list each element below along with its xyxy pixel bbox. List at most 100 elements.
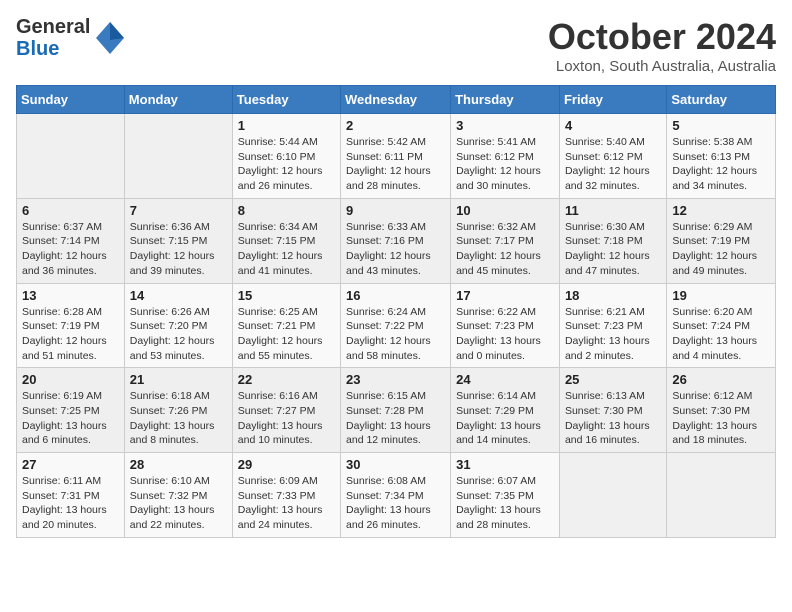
day-info: Sunrise: 6:22 AM Sunset: 7:23 PM Dayligh… bbox=[456, 305, 554, 364]
day-number: 1 bbox=[238, 118, 335, 133]
day-info: Sunrise: 6:10 AM Sunset: 7:32 PM Dayligh… bbox=[130, 474, 227, 533]
day-number: 12 bbox=[672, 203, 770, 218]
day-info: Sunrise: 6:33 AM Sunset: 7:16 PM Dayligh… bbox=[346, 220, 445, 279]
day-info: Sunrise: 6:11 AM Sunset: 7:31 PM Dayligh… bbox=[22, 474, 119, 533]
day-info: Sunrise: 6:30 AM Sunset: 7:18 PM Dayligh… bbox=[565, 220, 661, 279]
day-info: Sunrise: 6:32 AM Sunset: 7:17 PM Dayligh… bbox=[456, 220, 554, 279]
day-number: 25 bbox=[565, 372, 661, 387]
day-info: Sunrise: 6:19 AM Sunset: 7:25 PM Dayligh… bbox=[22, 389, 119, 448]
day-info: Sunrise: 5:38 AM Sunset: 6:13 PM Dayligh… bbox=[672, 135, 770, 194]
logo: General Blue bbox=[16, 16, 126, 60]
day-info: Sunrise: 6:28 AM Sunset: 7:19 PM Dayligh… bbox=[22, 305, 119, 364]
day-info: Sunrise: 6:26 AM Sunset: 7:20 PM Dayligh… bbox=[130, 305, 227, 364]
calendar-cell: 19 Sunrise: 6:20 AM Sunset: 7:24 PM Dayli… bbox=[667, 283, 776, 368]
day-info: Sunrise: 6:29 AM Sunset: 7:19 PM Dayligh… bbox=[672, 220, 770, 279]
calendar-cell bbox=[667, 453, 776, 538]
day-number: 10 bbox=[456, 203, 554, 218]
calendar-cell: 25Sunrise: 6:13 AM Sunset: 7:30 PM Dayli… bbox=[559, 368, 666, 453]
day-number: 30 bbox=[346, 457, 445, 472]
calendar-cell: 14 Sunrise: 6:26 AM Sunset: 7:20 PM Dayli… bbox=[124, 283, 232, 368]
day-info: Sunrise: 6:25 AM Sunset: 7:21 PM Dayligh… bbox=[238, 305, 335, 364]
day-info: Sunrise: 6:37 AM Sunset: 7:14 PM Dayligh… bbox=[22, 220, 119, 279]
day-info: Sunrise: 6:07 AM Sunset: 7:35 PM Dayligh… bbox=[456, 474, 554, 533]
calendar-table: SundayMondayTuesdayWednesdayThursdayFrid… bbox=[16, 85, 776, 538]
calendar-cell: 30 Sunrise: 6:08 AM Sunset: 7:34 PM Dayli… bbox=[341, 453, 451, 538]
calendar-cell: 8 Sunrise: 6:34 AM Sunset: 7:15 PM Daylig… bbox=[232, 198, 340, 283]
calendar-cell: 16 Sunrise: 6:24 AM Sunset: 7:22 PM Dayli… bbox=[341, 283, 451, 368]
day-number: 14 bbox=[130, 288, 227, 303]
day-number: 9 bbox=[346, 203, 445, 218]
day-number: 28 bbox=[130, 457, 227, 472]
calendar-cell: 11 Sunrise: 6:30 AM Sunset: 7:18 PM Dayli… bbox=[559, 198, 666, 283]
day-number: 5 bbox=[672, 118, 770, 133]
month-title: October 2024 bbox=[548, 16, 776, 58]
weekday-header: Tuesday bbox=[232, 86, 340, 114]
calendar-cell bbox=[124, 114, 232, 199]
day-number: 19 bbox=[672, 288, 770, 303]
calendar-cell: 5 Sunrise: 5:38 AM Sunset: 6:13 PM Daylig… bbox=[667, 114, 776, 199]
day-number: 16 bbox=[346, 288, 445, 303]
calendar-cell: 20Sunrise: 6:19 AM Sunset: 7:25 PM Dayli… bbox=[17, 368, 125, 453]
calendar-cell: 26Sunrise: 6:12 AM Sunset: 7:30 PM Dayli… bbox=[667, 368, 776, 453]
day-info: Sunrise: 6:20 AM Sunset: 7:24 PM Dayligh… bbox=[672, 305, 770, 364]
weekday-header: Saturday bbox=[667, 86, 776, 114]
day-number: 29 bbox=[238, 457, 335, 472]
day-number: 4 bbox=[565, 118, 661, 133]
calendar-cell: 2 Sunrise: 5:42 AM Sunset: 6:11 PM Daylig… bbox=[341, 114, 451, 199]
calendar-cell: 7Sunrise: 6:36 AM Sunset: 7:15 PM Daylig… bbox=[124, 198, 232, 283]
calendar-cell: 18 Sunrise: 6:21 AM Sunset: 7:23 PM Dayli… bbox=[559, 283, 666, 368]
logo-icon bbox=[94, 18, 126, 58]
calendar-cell: 13 Sunrise: 6:28 AM Sunset: 7:19 PM Dayli… bbox=[17, 283, 125, 368]
day-number: 31 bbox=[456, 457, 554, 472]
day-number: 8 bbox=[238, 203, 335, 218]
day-info: Sunrise: 6:34 AM Sunset: 7:15 PM Dayligh… bbox=[238, 220, 335, 279]
location-title: Loxton, South Australia, Australia bbox=[548, 58, 776, 75]
calendar-cell: 4 Sunrise: 5:40 AM Sunset: 6:12 PM Daylig… bbox=[559, 114, 666, 199]
day-number: 7 bbox=[130, 203, 227, 218]
weekday-header: Friday bbox=[559, 86, 666, 114]
day-info: Sunrise: 6:24 AM Sunset: 7:22 PM Dayligh… bbox=[346, 305, 445, 364]
calendar-cell: 17 Sunrise: 6:22 AM Sunset: 7:23 PM Dayli… bbox=[451, 283, 560, 368]
calendar-header: SundayMondayTuesdayWednesdayThursdayFrid… bbox=[17, 86, 776, 114]
day-info: Sunrise: 6:08 AM Sunset: 7:34 PM Dayligh… bbox=[346, 474, 445, 533]
day-number: 11 bbox=[565, 203, 661, 218]
day-number: 23 bbox=[346, 372, 445, 387]
calendar-cell: 9 Sunrise: 6:33 AM Sunset: 7:16 PM Daylig… bbox=[341, 198, 451, 283]
calendar-cell: 27Sunrise: 6:11 AM Sunset: 7:31 PM Dayli… bbox=[17, 453, 125, 538]
calendar-cell: 24Sunrise: 6:14 AM Sunset: 7:29 PM Dayli… bbox=[451, 368, 560, 453]
calendar-cell: 6 Sunrise: 6:37 AM Sunset: 7:14 PM Daylig… bbox=[17, 198, 125, 283]
day-number: 17 bbox=[456, 288, 554, 303]
day-number: 18 bbox=[565, 288, 661, 303]
calendar-cell: 21 Sunrise: 6:18 AM Sunset: 7:26 PM Dayli… bbox=[124, 368, 232, 453]
weekday-header: Monday bbox=[124, 86, 232, 114]
day-number: 2 bbox=[346, 118, 445, 133]
calendar-cell: 28 Sunrise: 6:10 AM Sunset: 7:32 PM Dayli… bbox=[124, 453, 232, 538]
day-number: 21 bbox=[130, 372, 227, 387]
day-info: Sunrise: 5:42 AM Sunset: 6:11 PM Dayligh… bbox=[346, 135, 445, 194]
calendar-cell: 23 Sunrise: 6:15 AM Sunset: 7:28 PM Dayli… bbox=[341, 368, 451, 453]
day-info: Sunrise: 5:41 AM Sunset: 6:12 PM Dayligh… bbox=[456, 135, 554, 194]
page-header: General Blue October 2024 Loxton, South … bbox=[16, 16, 776, 75]
day-info: Sunrise: 5:44 AM Sunset: 6:10 PM Dayligh… bbox=[238, 135, 335, 194]
calendar-cell bbox=[559, 453, 666, 538]
calendar-cell: 1 Sunrise: 5:44 AM Sunset: 6:10 PM Daylig… bbox=[232, 114, 340, 199]
day-number: 13 bbox=[22, 288, 119, 303]
calendar-cell: 15Sunrise: 6:25 AM Sunset: 7:21 PM Dayli… bbox=[232, 283, 340, 368]
calendar-cell: 22Sunrise: 6:16 AM Sunset: 7:27 PM Dayli… bbox=[232, 368, 340, 453]
weekday-header: Sunday bbox=[17, 86, 125, 114]
day-info: Sunrise: 6:21 AM Sunset: 7:23 PM Dayligh… bbox=[565, 305, 661, 364]
day-number: 6 bbox=[22, 203, 119, 218]
calendar-cell: 10 Sunrise: 6:32 AM Sunset: 7:17 PM Dayli… bbox=[451, 198, 560, 283]
title-block: October 2024 Loxton, South Australia, Au… bbox=[548, 16, 776, 75]
calendar-cell: 29Sunrise: 6:09 AM Sunset: 7:33 PM Dayli… bbox=[232, 453, 340, 538]
day-info: Sunrise: 6:12 AM Sunset: 7:30 PM Dayligh… bbox=[672, 389, 770, 448]
calendar-cell: 12 Sunrise: 6:29 AM Sunset: 7:19 PM Dayli… bbox=[667, 198, 776, 283]
day-info: Sunrise: 6:14 AM Sunset: 7:29 PM Dayligh… bbox=[456, 389, 554, 448]
weekday-header: Wednesday bbox=[341, 86, 451, 114]
day-info: Sunrise: 5:40 AM Sunset: 6:12 PM Dayligh… bbox=[565, 135, 661, 194]
day-info: Sunrise: 6:18 AM Sunset: 7:26 PM Dayligh… bbox=[130, 389, 227, 448]
day-number: 3 bbox=[456, 118, 554, 133]
calendar-cell: 3 Sunrise: 5:41 AM Sunset: 6:12 PM Daylig… bbox=[451, 114, 560, 199]
day-info: Sunrise: 6:15 AM Sunset: 7:28 PM Dayligh… bbox=[346, 389, 445, 448]
weekday-header: Thursday bbox=[451, 86, 560, 114]
